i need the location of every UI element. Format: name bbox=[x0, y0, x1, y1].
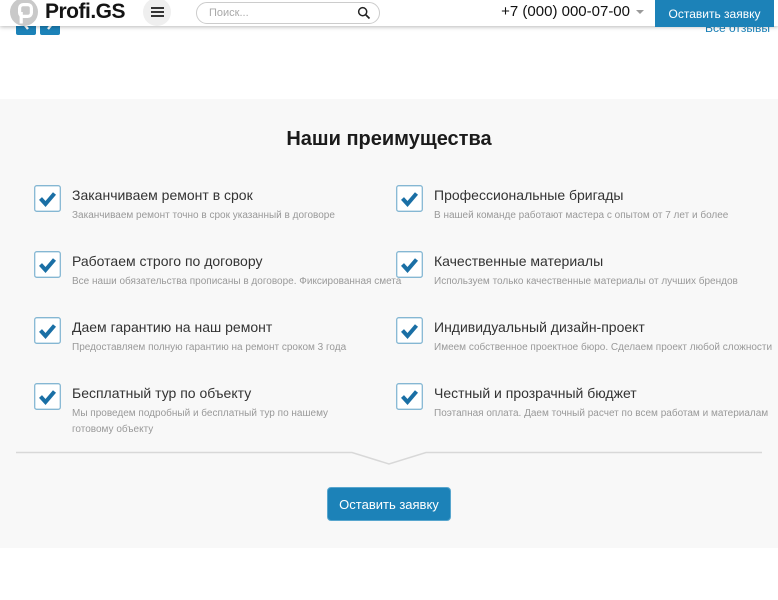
advantage-description: Предоставляем полную гарантию на ремонт … bbox=[72, 340, 346, 356]
check-icon bbox=[34, 383, 61, 410]
advantage-description: В нашей команде работают мастера с опыто… bbox=[434, 208, 728, 224]
submit-request-button[interactable]: Оставить заявку bbox=[327, 487, 451, 521]
check-icon bbox=[34, 317, 61, 344]
menu-button[interactable] bbox=[143, 0, 171, 26]
advantage-title: Бесплатный тур по объекту bbox=[72, 385, 360, 401]
divider-notch bbox=[16, 447, 762, 467]
logo-text: Profi.GS bbox=[45, 0, 125, 24]
page: Все отзывы Profi.GS +7 (000) 000-07-00 bbox=[0, 0, 778, 600]
advantage-description: Имеем собственное проектное бюро. Сделае… bbox=[434, 340, 772, 356]
advantage-item: Качественные материалы Используем только … bbox=[396, 251, 738, 290]
search-input[interactable] bbox=[209, 7, 357, 19]
logo-icon bbox=[10, 0, 38, 26]
check-icon bbox=[34, 185, 61, 212]
advantage-item: Профессиональные бригады В нашей команде … bbox=[396, 185, 728, 224]
advantage-description: Все наши обязательства прописаны в догов… bbox=[72, 274, 401, 290]
check-icon bbox=[34, 251, 61, 278]
advantage-title: Даем гарантию на наш ремонт bbox=[72, 319, 346, 335]
advantage-title: Индивидуальный дизайн-проект bbox=[434, 319, 772, 335]
advantage-title: Качественные материалы bbox=[434, 253, 738, 269]
check-icon bbox=[396, 185, 423, 212]
header-request-button[interactable]: Оставить заявку bbox=[655, 0, 774, 27]
advantage-item: Бесплатный тур по объекту Мы проведем под… bbox=[34, 383, 360, 437]
search-box bbox=[196, 2, 380, 24]
advantage-item: Работаем строго по договору Все наши обяз… bbox=[34, 251, 401, 290]
advantage-item: Даем гарантию на наш ремонт Предоставляем… bbox=[34, 317, 346, 356]
header: Profi.GS +7 (000) 000-07-00 Оставить зая… bbox=[0, 0, 778, 26]
logo[interactable]: Profi.GS bbox=[10, 0, 125, 26]
section-title: Наши преимущества bbox=[0, 128, 778, 151]
advantage-description: Заканчиваем ремонт точно в срок указанны… bbox=[72, 208, 335, 224]
advantage-item: Честный и прозрачный бюджет Поэтапная опл… bbox=[396, 383, 768, 422]
advantage-description: Мы проведем подробный и бесплатный тур п… bbox=[72, 406, 360, 437]
advantage-title: Заканчиваем ремонт в срок bbox=[72, 187, 335, 203]
check-icon bbox=[396, 383, 423, 410]
phone-number: +7 (000) 000-07-00 bbox=[501, 3, 630, 20]
advantage-title: Честный и прозрачный бюджет bbox=[434, 385, 768, 401]
check-icon bbox=[396, 251, 423, 278]
advantage-title: Профессиональные бригады bbox=[434, 187, 728, 203]
check-icon bbox=[396, 317, 423, 344]
advantage-title: Работаем строго по договору bbox=[72, 253, 401, 269]
phone-dropdown[interactable]: +7 (000) 000-07-00 bbox=[501, 3, 644, 20]
chevron-down-icon bbox=[636, 10, 644, 14]
advantage-item: Индивидуальный дизайн-проект Имеем собств… bbox=[396, 317, 772, 356]
advantage-item: Заканчиваем ремонт в срок Заканчиваем рем… bbox=[34, 185, 335, 224]
advantage-description: Используем только качественные материалы… bbox=[434, 274, 738, 290]
advantages-section: Наши преимущества Заканчиваем ремонт в с… bbox=[0, 99, 778, 548]
advantage-description: Поэтапная оплата. Даем точный расчет по … bbox=[434, 406, 768, 422]
search-icon[interactable] bbox=[357, 6, 371, 20]
